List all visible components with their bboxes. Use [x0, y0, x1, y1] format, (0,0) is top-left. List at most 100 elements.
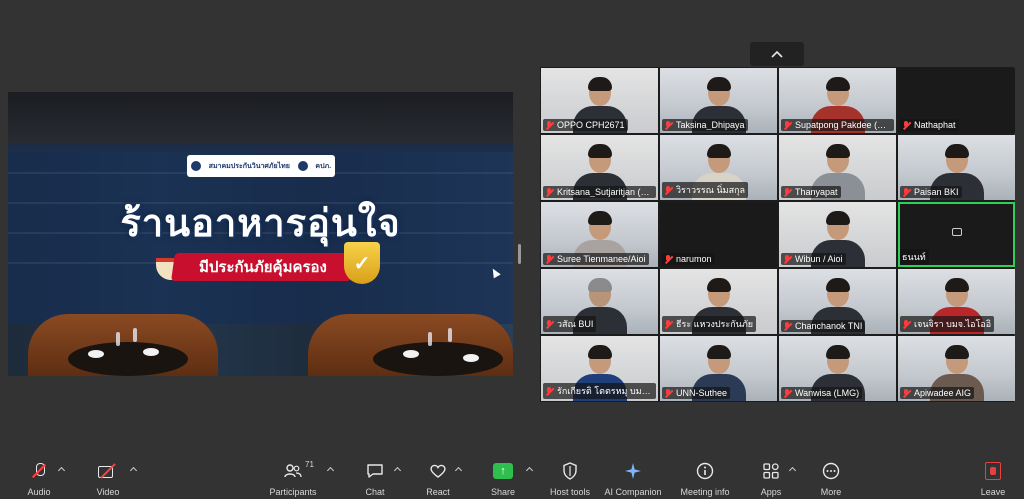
participant-name-tag: UNN-Suthee: [662, 387, 731, 399]
muted-mic-icon: [545, 254, 554, 264]
share-label: Share: [490, 487, 516, 497]
video-options-caret[interactable]: [130, 465, 138, 473]
chat-options-caret[interactable]: [394, 465, 402, 473]
share-options-caret[interactable]: [526, 465, 534, 473]
more-button[interactable]: More: [818, 461, 844, 499]
participant-name-tag: วสัณ BUI: [543, 316, 597, 332]
video-tile[interactable]: Suree Tienmanee/Aioi: [541, 202, 658, 267]
participant-name-tag: ธนนท์: [900, 249, 929, 265]
apps-button[interactable]: Apps: [758, 461, 784, 499]
video-tile[interactable]: UNN-Suthee: [660, 336, 777, 401]
participant-name-tag: Supatpong Pakdee (Sia...: [781, 119, 894, 131]
muted-microphone-icon: [28, 461, 50, 481]
video-tile[interactable]: Thanyapat: [779, 135, 896, 200]
participant-name-tag: Wibun / Aioi: [781, 253, 846, 265]
panel-splitter-handle[interactable]: [518, 244, 521, 264]
muted-mic-icon: [902, 388, 911, 398]
muted-mic-icon: [664, 185, 673, 195]
info-icon: [694, 461, 716, 481]
apps-label: Apps: [760, 487, 782, 497]
video-tile[interactable]: Paisan BKI: [898, 135, 1015, 200]
chat-button[interactable]: Chat: [362, 461, 388, 499]
video-tile[interactable]: OPPO CPH2671: [541, 68, 658, 133]
leave-label: Leave: [980, 487, 1006, 497]
shield-check-icon: ✓: [344, 242, 380, 284]
muted-mic-icon: [545, 120, 554, 130]
participant-name-tag: วิราวรรณ นิ่มสกุล: [662, 182, 749, 198]
video-tile[interactable]: รักเกียรติ โตตรหมุ บมจ.ก...: [541, 336, 658, 401]
leave-door-icon: [985, 462, 1001, 480]
muted-mic-icon: [902, 187, 911, 197]
participant-name-tag: Suree Tienmanee/Aioi: [543, 253, 649, 265]
participants-icon: [282, 461, 304, 481]
slide-ceiling: [8, 92, 513, 152]
leave-button[interactable]: Leave: [980, 461, 1006, 499]
tgia-logo-icon: [190, 161, 201, 171]
participant-name-tag: Chanchanok TNI: [781, 320, 866, 332]
participants-options-caret[interactable]: [327, 465, 335, 473]
video-tile[interactable]: Chanchanok TNI: [779, 269, 896, 334]
host-tools-button[interactable]: Host tools: [549, 461, 591, 499]
muted-mic-icon: [664, 254, 673, 264]
video-tile[interactable]: Wibun / Aioi: [779, 202, 896, 267]
audio-label: Audio: [27, 487, 51, 497]
muted-mic-icon: [545, 319, 554, 329]
collapse-gallery-button[interactable]: [750, 42, 804, 66]
video-tile[interactable]: Wanwisa (LMG): [779, 336, 896, 401]
video-tile[interactable]: ธีระ แหวงประกันภัย: [660, 269, 777, 334]
slide-table-left: [68, 342, 188, 376]
participant-name-tag: Apiwadee AIG: [900, 387, 975, 399]
heart-icon: [427, 461, 449, 481]
shared-screen[interactable]: สมาคมประกันวินาศภัยไทย คปภ. ร้านอาหารอุ่…: [8, 92, 513, 376]
participant-name-tag: Paisan BKI: [900, 186, 962, 198]
muted-mic-icon: [783, 388, 792, 398]
video-tile[interactable]: Nathaphat: [898, 68, 1015, 133]
muted-mic-icon: [783, 254, 792, 264]
participant-name-tag: Taksina_Dhipaya: [662, 119, 748, 131]
participant-name-tag: Kritsana_Sutjaritjan (Al...: [543, 186, 656, 198]
participant-name-tag: Wanwisa (LMG): [781, 387, 863, 399]
apps-grid-icon: [760, 461, 782, 481]
chat-bubble-icon: [364, 461, 386, 481]
participant-name-tag: OPPO CPH2671: [543, 119, 628, 131]
audio-options-caret[interactable]: [58, 465, 66, 473]
video-tile[interactable]: narumon: [660, 202, 777, 267]
react-label: React: [426, 487, 450, 497]
video-tile[interactable]: วสัณ BUI: [541, 269, 658, 334]
video-tile[interactable]: Apiwadee AIG: [898, 336, 1015, 401]
video-label: Video: [96, 487, 120, 497]
video-tile-active-speaker[interactable]: ธนนท์: [898, 202, 1015, 267]
share-icon-wrap: ↑: [492, 461, 514, 481]
video-tile[interactable]: Kritsana_Sutjaritjan (Al...: [541, 135, 658, 200]
video-button[interactable]: Video: [95, 461, 121, 499]
meeting-toolbar: Audio Video Participants 71 Chat React ↑…: [0, 455, 1024, 499]
leave-icon-wrap: [982, 461, 1004, 481]
more-dots-icon: [820, 461, 842, 481]
muted-mic-icon: [783, 321, 792, 331]
muted-mic-icon: [783, 187, 792, 197]
react-options-caret[interactable]: [455, 465, 463, 473]
share-button[interactable]: ↑ Share: [490, 461, 516, 499]
chevron-up-icon: [771, 50, 783, 58]
audio-button[interactable]: Audio: [26, 461, 52, 499]
participant-gallery: OPPO CPH2671 Taksina_Dhipaya Supatpong P…: [540, 67, 1015, 402]
video-tile[interactable]: Supatpong Pakdee (Sia...: [779, 68, 896, 133]
muted-mic-icon: [664, 388, 673, 398]
muted-mic-icon: [545, 187, 554, 197]
meeting-info-label: Meeting info: [680, 487, 730, 497]
react-button[interactable]: React: [425, 461, 451, 499]
muted-mic-icon: [783, 120, 792, 130]
ai-companion-button[interactable]: AI Companion: [604, 461, 662, 499]
muted-mic-icon: [664, 120, 673, 130]
video-tile[interactable]: วิราวรรณ นิ่มสกุล: [660, 135, 777, 200]
participants-count: 71: [305, 460, 314, 469]
muted-mic-icon: [902, 120, 911, 130]
apps-options-caret[interactable]: [789, 465, 797, 473]
muted-mic-icon: [664, 319, 673, 329]
slide-table-right: [373, 342, 503, 376]
participants-label: Participants: [269, 487, 317, 497]
meeting-info-button[interactable]: Meeting info: [680, 461, 730, 499]
participant-name-tag: Thanyapat: [781, 186, 841, 198]
video-tile[interactable]: Taksina_Dhipaya: [660, 68, 777, 133]
video-tile[interactable]: เจนจิรา บมจ.ไอโออิ: [898, 269, 1015, 334]
